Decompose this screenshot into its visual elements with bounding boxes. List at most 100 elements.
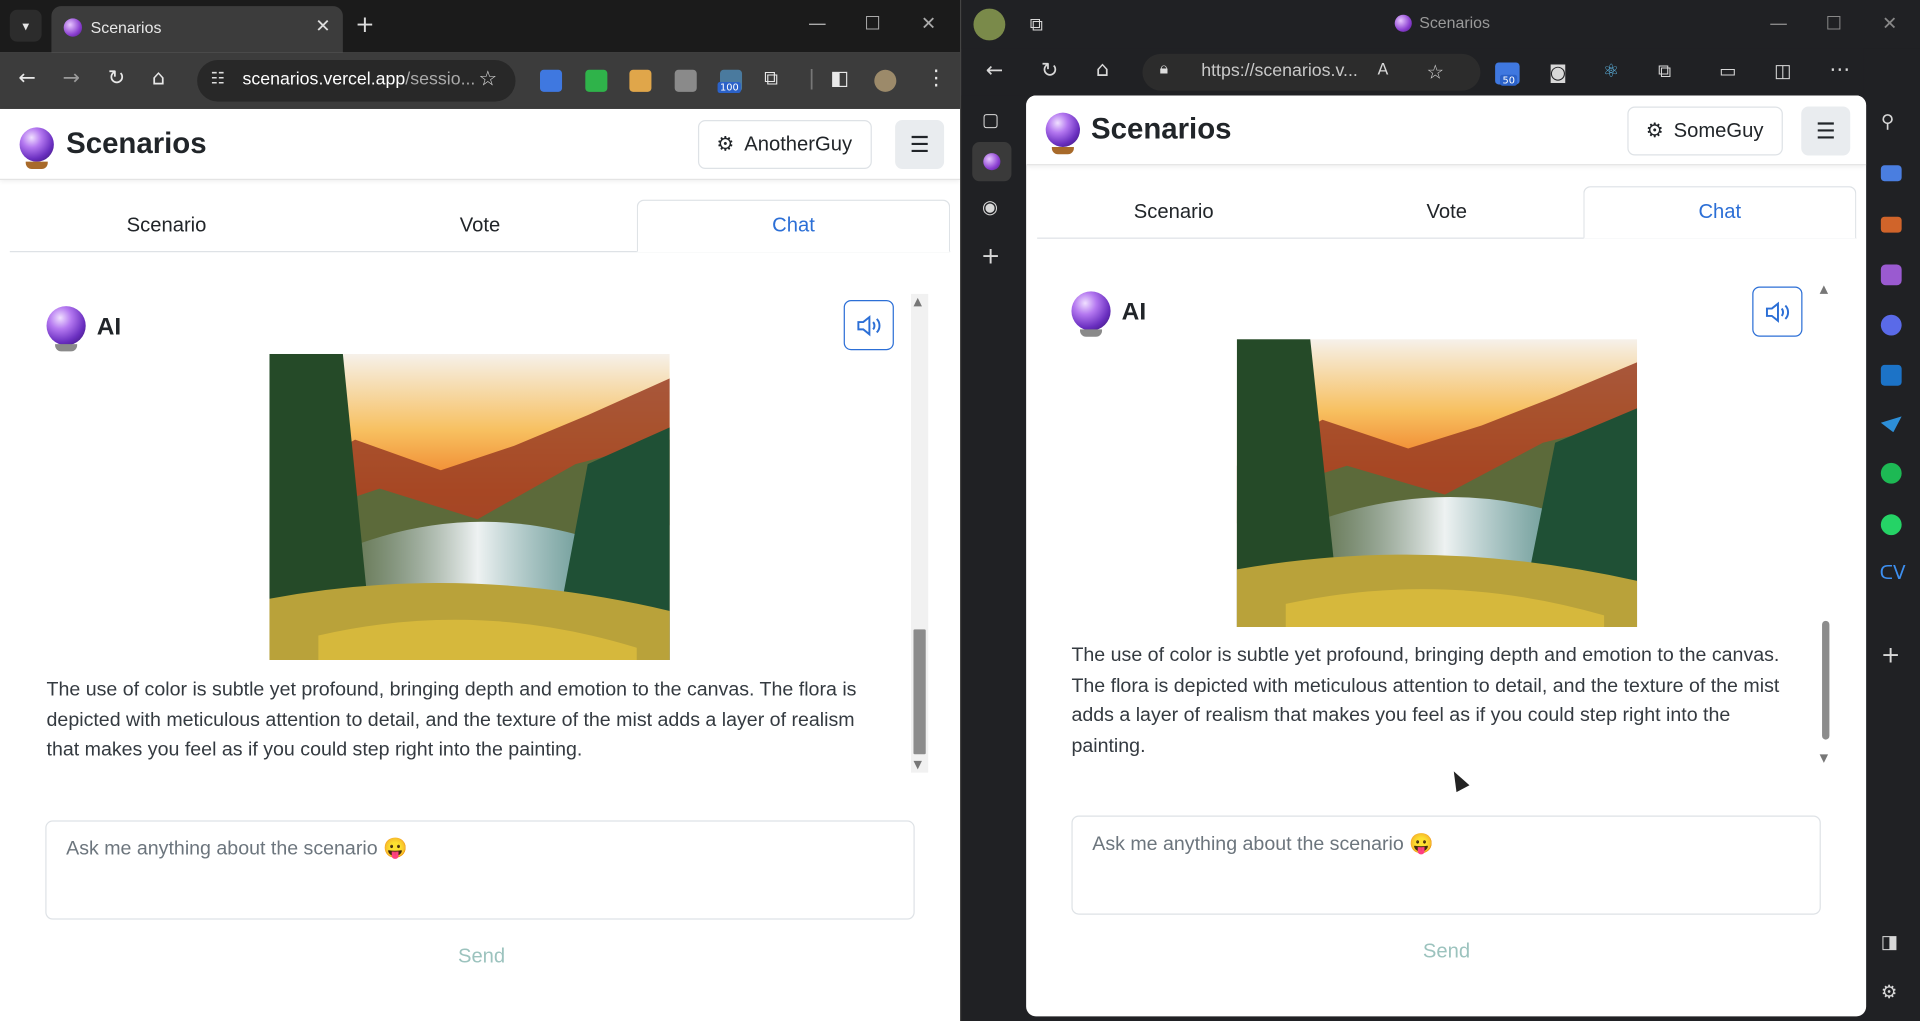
send-button[interactable]: Send	[458, 945, 505, 968]
whatsapp-icon[interactable]	[1880, 514, 1902, 536]
cast-icon[interactable]: ▭	[1719, 60, 1736, 82]
camera-extension-icon[interactable]: ◙	[1549, 61, 1567, 83]
close-window-icon[interactable]: ✕	[1882, 12, 1897, 34]
user-settings-button[interactable]: ⚙ AnotherGuy	[697, 120, 872, 169]
gear-icon[interactable]: ⚙	[1881, 981, 1897, 1003]
search-icon[interactable]: ⚲	[1881, 110, 1894, 132]
read-aloud-button[interactable]	[843, 300, 894, 351]
app-title[interactable]: Scenarios	[66, 127, 206, 161]
chat-input[interactable]: Ask me anything about the scenario 😛	[45, 820, 915, 920]
games-icon[interactable]	[1880, 264, 1902, 286]
maximize-icon[interactable]: ☐	[864, 12, 880, 34]
hamburger-menu-button[interactable]: ☰	[1801, 106, 1851, 156]
chat-scrollbar[interactable]: ▲ ▼	[911, 293, 929, 773]
scenario-painting-image	[1236, 339, 1638, 645]
settings-more-icon[interactable]: ⋯	[1829, 58, 1850, 82]
browser-tab-scenarios[interactable]: Scenarios ✕	[51, 6, 343, 53]
scroll-down-icon[interactable]: ▼	[913, 759, 921, 771]
back-icon[interactable]: ←	[18, 68, 35, 90]
tab-scenario[interactable]: Scenario	[10, 200, 323, 251]
minimize-icon[interactable]: —	[1769, 12, 1787, 34]
address-text: https://scenarios.v...	[1201, 61, 1358, 81]
tools-icon[interactable]	[1880, 216, 1902, 233]
spotify-icon[interactable]	[1880, 462, 1902, 484]
close-window-icon[interactable]: ✕	[921, 12, 936, 34]
tab-scenario[interactable]: Scenario	[1037, 186, 1310, 237]
extensions-icon[interactable]: ⧉	[1658, 60, 1671, 82]
split-screen-icon[interactable]: ◫	[1774, 60, 1791, 82]
extension-icon[interactable]	[629, 69, 652, 92]
bookmark-star-icon[interactable]: ☆	[478, 67, 497, 91]
new-tab-icon[interactable]: +	[355, 11, 374, 38]
message-text: The use of color is subtle yet profound,…	[1071, 645, 1780, 757]
app-tabs: Scenario Vote Chat	[9, 199, 951, 253]
hamburger-menu-icon: ☰	[1815, 118, 1836, 144]
scrollbar-thumb[interactable]	[913, 629, 926, 755]
message-text: The use of color is subtle yet profound,…	[46, 679, 857, 761]
scroll-up-icon[interactable]: ▲	[1820, 284, 1828, 296]
chat-input[interactable]: Ask me anything about the scenario 😛	[1071, 815, 1821, 915]
translate-extension-icon[interactable]	[540, 69, 563, 92]
reload-icon[interactable]: ↻	[1041, 59, 1058, 83]
favorite-star-icon[interactable]: ☆	[1427, 60, 1445, 83]
reload-icon[interactable]: ↻	[108, 68, 125, 90]
scrollbar-thumb[interactable]	[1822, 620, 1830, 740]
tab-chat[interactable]: Chat	[636, 199, 951, 253]
github-icon[interactable]: ◉	[982, 196, 998, 218]
send-tool-icon[interactable]	[1880, 416, 1902, 433]
workspaces-icon[interactable]: ⧉	[1030, 13, 1043, 35]
close-tab-icon[interactable]: ✕	[315, 15, 330, 37]
extension-icon[interactable]: 50	[1495, 62, 1520, 86]
scroll-up-icon[interactable]: ▲	[913, 296, 921, 308]
tab-chat[interactable]: Chat	[1583, 186, 1857, 239]
home-icon[interactable]: ⌂	[1096, 58, 1109, 82]
home-icon[interactable]: ⌂	[152, 68, 165, 90]
side-panel-icon[interactable]: ◧	[830, 68, 849, 89]
address-bar[interactable]: 🔒︎ https://scenarios.v... A ☆	[1142, 53, 1481, 91]
hamburger-menu-button[interactable]: ☰	[895, 120, 945, 169]
forward-icon[interactable]: →	[62, 68, 79, 90]
edge-page: Scenarios ⚙ SomeGuy ☰ Scenario Vote Chat…	[1026, 95, 1867, 1017]
crystal-ball-icon	[1394, 14, 1412, 32]
shopping-icon[interactable]	[1880, 165, 1902, 182]
tab-search-button[interactable]: ▾	[9, 9, 42, 42]
hide-sidebar-icon[interactable]: ◨	[1881, 931, 1898, 953]
site-info-icon[interactable]: ☷	[211, 70, 225, 88]
add-sidebar-app-icon[interactable]: +	[1881, 642, 1900, 669]
send-button[interactable]: Send	[1423, 940, 1470, 963]
back-icon[interactable]: ←	[986, 59, 1003, 83]
tab-actions-icon[interactable]: ▢	[982, 109, 999, 131]
minimize-icon[interactable]: —	[808, 12, 826, 34]
extension-icon[interactable]	[585, 69, 608, 92]
mouse-cursor	[1447, 767, 1470, 793]
address-bar[interactable]: ☷ scenarios.vercel.app/sessio... ☆	[197, 60, 516, 102]
vertical-tab-scenarios[interactable]	[972, 142, 1012, 182]
speaker-volume-icon	[856, 314, 880, 336]
user-name: SomeGuy	[1673, 119, 1764, 142]
maximize-icon[interactable]: ☐	[1826, 12, 1842, 34]
new-tab-icon[interactable]: +	[981, 242, 1000, 269]
app-title[interactable]: Scenarios	[1091, 113, 1231, 147]
chat-scrollbar[interactable]: ▲ ▼	[1817, 281, 1835, 767]
scroll-down-icon[interactable]: ▼	[1820, 753, 1828, 765]
react-devtools-icon[interactable]: ⚛	[1603, 60, 1619, 82]
chrome-menu-icon[interactable]: ⋮	[926, 68, 947, 90]
user-name: AnotherGuy	[744, 132, 853, 155]
tab-vote[interactable]: Vote	[1310, 186, 1583, 237]
copilot-sidebar-icon[interactable]	[1880, 314, 1902, 336]
camera-extension-icon[interactable]	[674, 69, 697, 92]
extension-icon[interactable]: 100	[717, 69, 743, 94]
tab-vote[interactable]: Vote	[323, 200, 636, 251]
read-aloud-button[interactable]	[1752, 286, 1803, 337]
profile-avatar[interactable]	[973, 8, 1006, 41]
app-icon[interactable]: ᑕᐯ	[1880, 562, 1906, 584]
crystal-ball-icon	[983, 153, 1001, 171]
message-author: AI	[1121, 298, 1147, 326]
profile-avatar[interactable]	[874, 69, 897, 92]
outlook-icon[interactable]	[1880, 364, 1902, 386]
ai-avatar	[1071, 291, 1111, 337]
extensions-puzzle-icon[interactable]: ⧉	[764, 68, 778, 89]
user-settings-button[interactable]: ⚙ SomeGuy	[1627, 106, 1784, 156]
message-author: AI	[96, 313, 122, 341]
read-aloud-icon[interactable]: A	[1378, 61, 1389, 79]
